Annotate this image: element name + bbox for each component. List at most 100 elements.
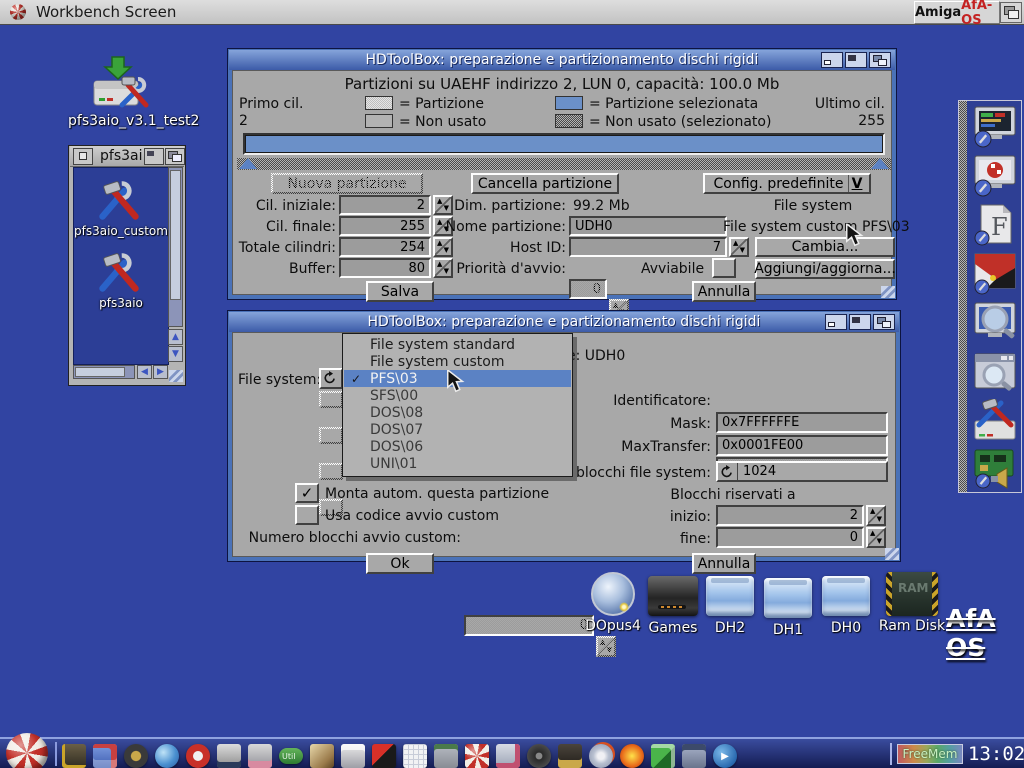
inizio-arrows[interactable]: ▲▼ [866,505,886,526]
onair-icon[interactable] [558,744,582,768]
depth-gadget[interactable] [165,148,185,165]
zoom-gadget[interactable] [849,314,871,330]
green-tools-icon[interactable] [651,744,675,768]
drawer-icon-pfs3aio-custom[interactable]: pfs3aio_custom [94,178,148,240]
dock-item-dh1[interactable]: DH1 [762,576,814,636]
drawer-icon-pfs3aio[interactable]: pfs3aio [94,250,148,312]
avviabile-checkbox[interactable] [712,258,736,278]
depth-gadget[interactable] [873,314,895,330]
zoom-gadget[interactable] [845,52,867,68]
window-finder-icon[interactable] [971,350,1019,394]
zoom-gadget[interactable] [144,148,164,165]
scroll-left-button[interactable]: ◀ [137,365,152,379]
clock-ball-icon[interactable] [465,744,489,768]
drawer-resize-gadget[interactable] [169,370,183,382]
cd-burn-icon[interactable] [589,744,613,768]
window1-resize-gadget[interactable] [881,286,895,298]
dock-drag-handle[interactable] [959,101,967,492]
annulla-button-w1[interactable]: Annulla [692,281,756,302]
partition-bar[interactable] [243,133,885,155]
cambia-button[interactable]: Cambia... [755,237,895,257]
slider-left-handle[interactable] [239,158,257,169]
fonts-prefs-icon[interactable]: F [971,203,1019,247]
identificatore-label: Identificatore: [561,392,711,410]
dock-item-dh2[interactable]: DH2 [704,574,756,634]
v-scrollbar[interactable] [168,167,183,327]
monta-checkbox[interactable]: ✓ [295,483,319,503]
salva-button[interactable]: Salva [366,281,434,302]
calculator-icon[interactable] [434,744,458,768]
drawer-view: pfs3aio_custom pfs3aio [73,167,169,365]
mask-field[interactable]: 0x7FFFFFFE [716,412,888,433]
printer-icon[interactable] [496,744,520,768]
fine-field[interactable]: 0 [716,527,864,548]
start-boing-ball[interactable] [6,733,48,768]
dock-item-ramdisk[interactable]: RAM Ram Disk [880,572,944,634]
inizio-field[interactable]: 2 [716,505,864,526]
dim-blocchi-cycle[interactable]: 1024 [716,461,888,482]
nome-partizione-field[interactable]: UDH0 [569,216,727,236]
lifebuoy-icon[interactable] [186,744,210,768]
host-id-field[interactable]: 7 [569,237,727,257]
globe-icon[interactable] [155,744,179,768]
nuova-partizione-button[interactable]: Nuova partizione [271,173,423,194]
dock-item-dopus4[interactable]: DOpus4 [585,572,641,634]
scroll-up-button[interactable]: ▲ [168,329,183,345]
paint-tools-icon[interactable] [310,744,334,768]
util-icon[interactable]: Util [279,748,303,764]
usa-codice-checkbox[interactable] [295,505,319,525]
fireball-icon[interactable] [620,744,644,768]
dropdown-item[interactable]: File system custom [344,353,571,370]
iconify-gadget[interactable] [821,52,843,68]
desktop-icon-pfs3aio-test2[interactable]: pfs3aio_v3.1_test2 [78,55,158,133]
dropdown-item[interactable]: UNI\01 [344,455,571,472]
workbench-screen-icon[interactable] [971,154,1019,198]
screen-depth-gadget[interactable] [1000,2,1022,23]
window2-resize-gadget[interactable] [885,548,899,560]
maxtransfer-field[interactable]: 0x0001FE00 [716,435,888,456]
pattern-prefs-icon[interactable] [971,252,1019,296]
dropdown-item[interactable]: DOS\06 [344,438,571,455]
cylinder-slider-strip[interactable] [237,158,891,170]
boing-ball-icon [10,4,26,20]
depth-gadget[interactable] [869,52,891,68]
archive-up-icon[interactable] [124,744,148,768]
window-prefs-icon[interactable] [682,744,706,768]
h-scrollbar[interactable] [73,365,135,379]
drawer-icon[interactable] [62,744,86,768]
window1-titlebar[interactable]: HDToolBox: preparazione e partizionament… [229,50,895,70]
annulla-button-w2[interactable]: Annulla [692,553,756,574]
ok-button[interactable]: Ok [366,553,434,574]
dropdown-item[interactable]: File system standard [344,336,571,353]
dock-item-games[interactable]: Games [646,574,700,634]
dock-item-dh0[interactable]: DH0 [820,574,872,634]
scanner-icon[interactable] [341,744,365,768]
slider-right-handle[interactable] [871,158,889,169]
screen-magnifier-icon[interactable] [971,301,1019,345]
paint-monitor-icon[interactable] [248,744,272,768]
iconify-gadget[interactable] [825,314,847,330]
aggiungi-aggiorna-button[interactable]: Aggiungi/aggiorna... [755,259,895,279]
window2-titlebar[interactable]: HDToolBox: preparazione e partizionament… [229,312,899,332]
close-gadget[interactable] [73,148,93,165]
hdtoolbox-icon[interactable] [971,399,1019,443]
screenmode-prefs-icon[interactable] [971,105,1019,149]
file-system-dropdown[interactable]: File system standard File system custom … [342,333,573,477]
hardware-sound-icon[interactable] [971,446,1019,490]
dropdown-item[interactable]: DOS\08 [344,404,571,421]
screen-prefs-icon[interactable] [217,744,241,768]
play-icon[interactable]: ▶ [713,744,737,768]
boing-picture-icon[interactable] [93,744,117,768]
notepad-icon[interactable] [403,744,427,768]
drawer-titlebar[interactable]: pfs3ai [70,146,184,167]
afa-flag-icon[interactable] [372,744,396,768]
cancella-partizione-button[interactable]: Cancella partizione [471,173,619,194]
fine-arrows[interactable]: ▲▼ [866,527,886,548]
file-system-cycle-gadget[interactable] [319,368,343,389]
dropdown-item[interactable]: DOS\07 [344,421,571,438]
disc-icon[interactable] [527,744,551,768]
scroll-down-button[interactable]: ▼ [168,346,183,362]
host-id-arrows[interactable]: ▲▼ [729,237,749,257]
scroll-right-button[interactable]: ▶ [153,365,168,379]
config-predefinite-button[interactable]: Config. predefinite V [703,173,871,194]
